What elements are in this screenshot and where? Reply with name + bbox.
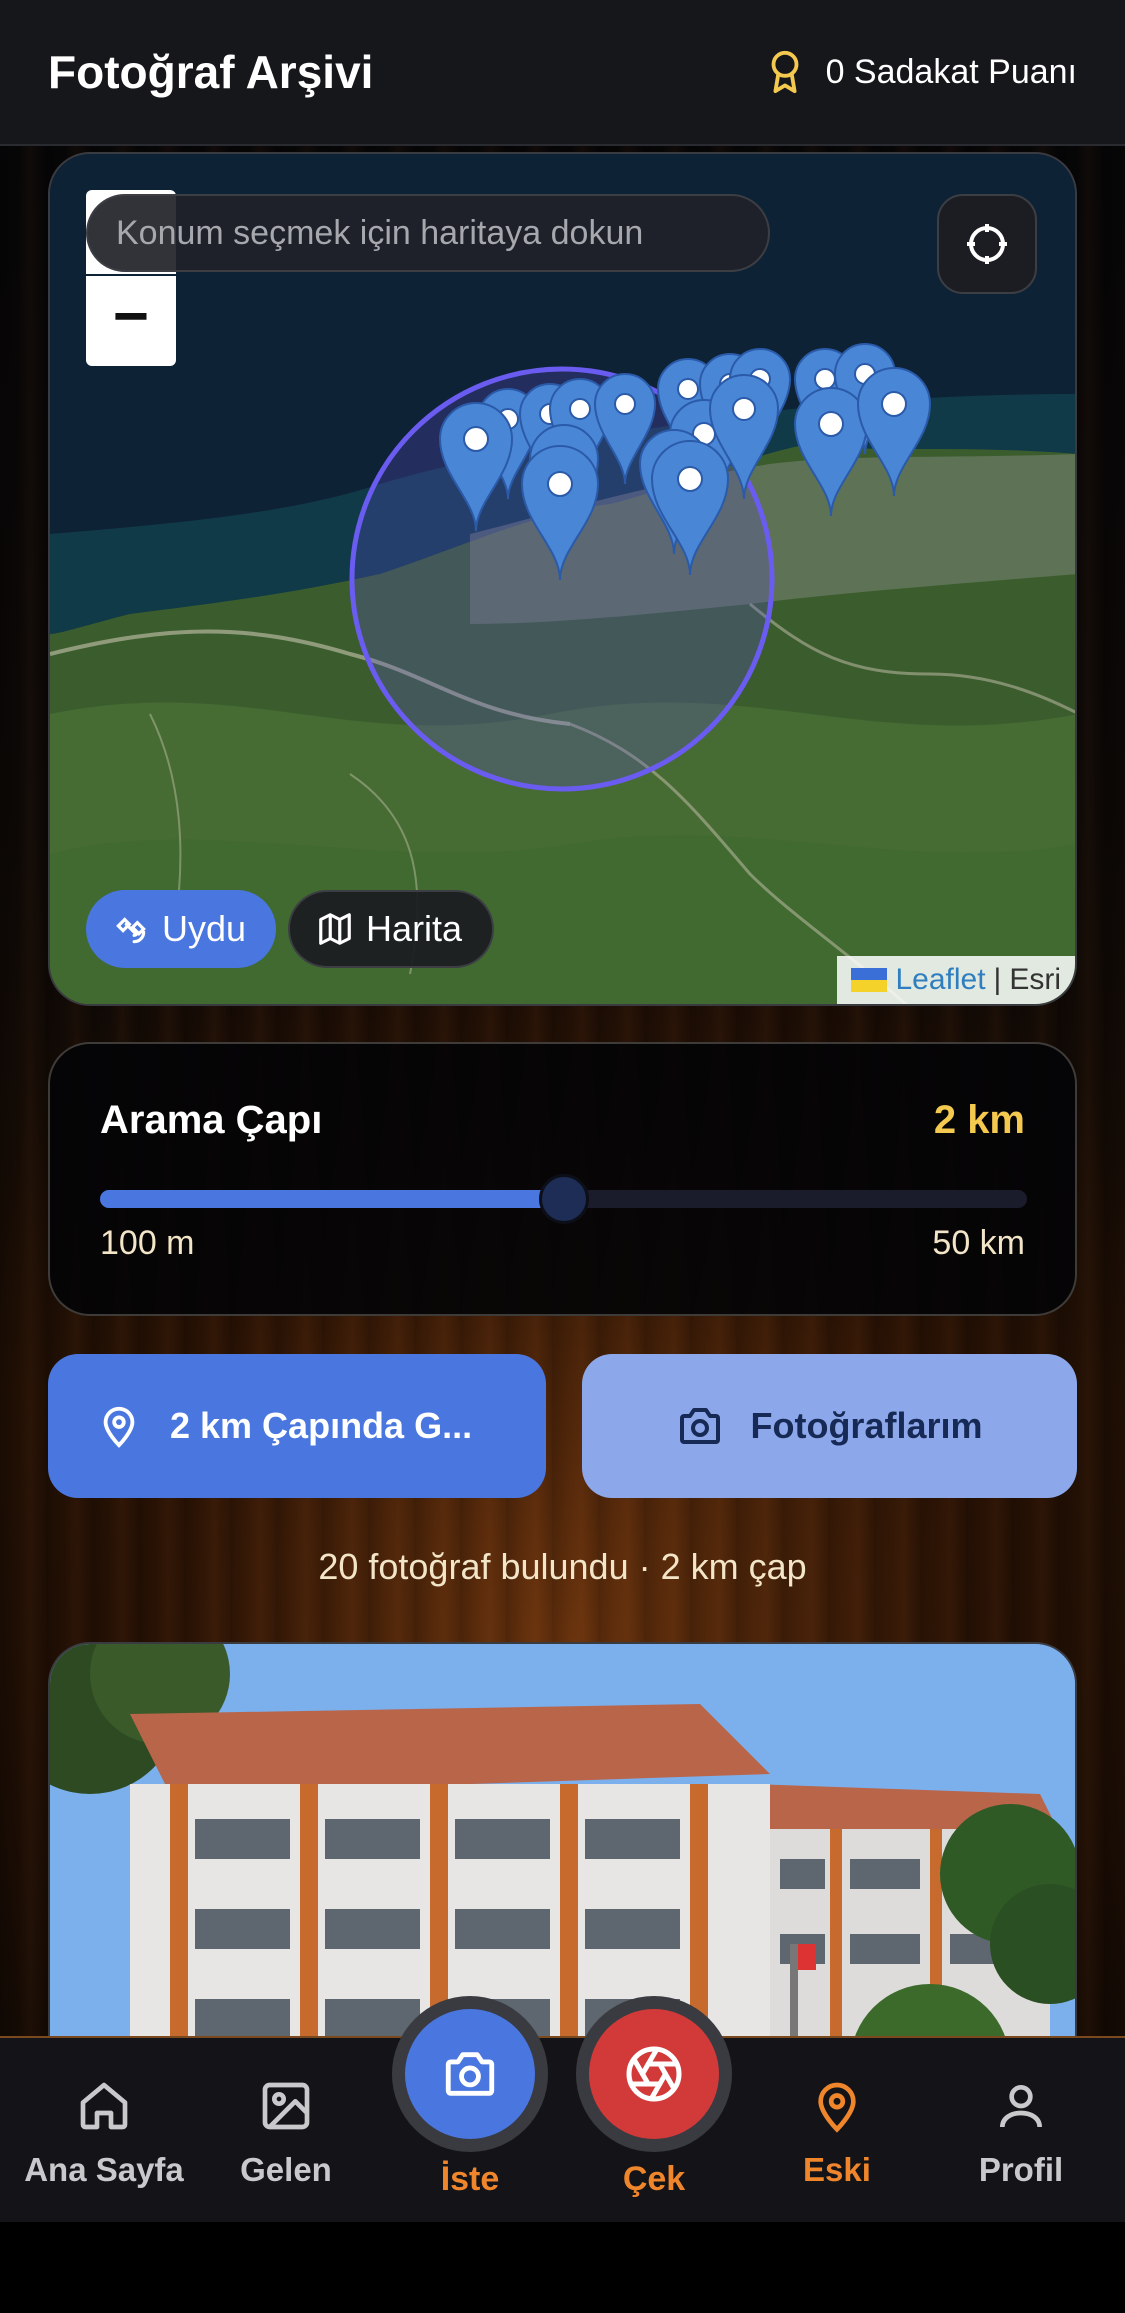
slider-max-label: 50 km xyxy=(932,1224,1025,1262)
capture-fab-inner xyxy=(589,2009,719,2139)
map-hint-pill: Konum seçmek için haritaya dokun xyxy=(86,194,770,272)
results-summary: 20 fotoğraf bulundu · 2 km çap xyxy=(318,1546,807,1587)
ukraine-flag-icon xyxy=(851,968,888,992)
map-pin-icon xyxy=(818,2082,856,2133)
request-fab-label: İste xyxy=(440,2160,500,2198)
radius-slider[interactable] xyxy=(100,1174,1027,1224)
crosshair-icon xyxy=(967,224,1007,264)
my-photos-label: Fotoğraflarım xyxy=(750,1405,983,1446)
request-fab[interactable] xyxy=(392,1996,548,2152)
radius-slider-fill xyxy=(100,1190,564,1208)
nav-profile[interactable]: Profil xyxy=(931,2078,1111,2189)
zoom-out-button[interactable]: − xyxy=(86,276,176,366)
app-header: Fotoğraf Arşivi 0 Sadakat Puanı xyxy=(0,0,1125,146)
image-icon xyxy=(262,2082,310,2130)
nav-old-label: Eski xyxy=(803,2151,871,2188)
page-title: Fotoğraf Arşivi xyxy=(48,46,374,98)
layer-map-label: Harita xyxy=(366,908,463,949)
loyalty-points[interactable]: 0 Sadakat Puanı xyxy=(762,49,1077,95)
map-layer-toggle: Uydu Harita xyxy=(86,890,495,968)
radius-title: Arama Çapı xyxy=(100,1098,323,1142)
camera-icon xyxy=(445,2052,495,2096)
satellite-icon xyxy=(116,917,146,944)
slider-min-label: 100 m xyxy=(100,1224,195,1262)
search-nearby-label: 2 km Çapında G... xyxy=(170,1405,473,1446)
layer-satellite-label: Uydu xyxy=(162,908,247,949)
search-nearby-button[interactable]: 2 km Çapında G... xyxy=(48,1354,546,1498)
map-icon xyxy=(319,913,351,945)
map-view[interactable]: − Konum seçmek için haritaya dokun Uydu … xyxy=(48,152,1077,1006)
nav-incoming[interactable]: Gelen xyxy=(196,2078,376,2189)
map-attribution: Leaflet | Esri xyxy=(837,956,1075,1004)
nav-incoming-label: Gelen xyxy=(240,2151,332,2188)
loyalty-points-label: 0 Sadakat Puanı xyxy=(825,52,1077,91)
attribution-provider: Esri xyxy=(1009,963,1061,996)
photo-thumbnail xyxy=(50,1644,1075,2100)
award-icon xyxy=(771,50,798,94)
photo-result-card[interactable] xyxy=(48,1642,1077,2102)
user-icon xyxy=(1000,2085,1042,2128)
nav-profile-label: Profil xyxy=(978,2151,1064,2188)
radius-slider-thumb[interactable] xyxy=(538,1174,589,1224)
radius-value: 2 km xyxy=(933,1098,1025,1142)
bottom-navigation: Ana Sayfa Gelen Eski Profil xyxy=(0,2036,1125,2222)
nav-old[interactable]: Eski xyxy=(747,2078,927,2189)
capture-fab-label: Çek xyxy=(622,2160,686,2198)
nav-home[interactable]: Ana Sayfa xyxy=(14,2078,194,2189)
home-icon xyxy=(80,2082,128,2130)
capture-fab[interactable] xyxy=(576,1996,732,2152)
map-pin-icon xyxy=(103,1406,135,1448)
attribution-leaflet-link[interactable]: Leaflet xyxy=(895,963,985,997)
satellite-terrain xyxy=(50,154,1075,1004)
attribution-separator: | xyxy=(993,963,1002,996)
nav-home-label: Ana Sayfa xyxy=(24,2151,184,2188)
my-photos-button[interactable]: Fotoğraflarım xyxy=(582,1354,1077,1498)
layer-map-button[interactable]: Harita xyxy=(288,890,495,968)
layer-satellite-button[interactable]: Uydu xyxy=(86,890,277,968)
system-home-area xyxy=(0,2222,1125,2313)
camera-icon xyxy=(680,1408,721,1444)
locate-me-button[interactable] xyxy=(937,194,1037,294)
search-radius-card: Arama Çapı 2 km 100 m 50 km xyxy=(48,1042,1077,1316)
request-fab-inner xyxy=(405,2009,535,2139)
aperture-icon xyxy=(626,2046,682,2102)
